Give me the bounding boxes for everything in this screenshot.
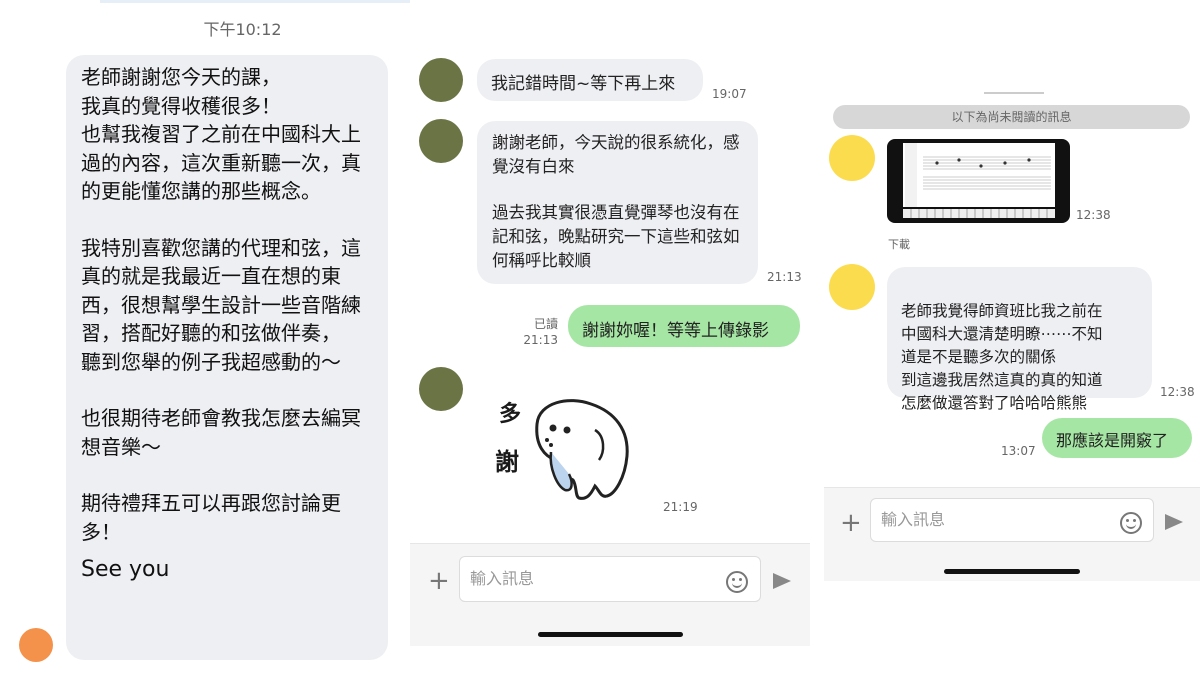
- message-time: 13:07: [1001, 444, 1036, 458]
- emoji-icon[interactable]: [1120, 512, 1142, 534]
- sheet-music-video-icon: [903, 143, 1055, 218]
- sender-avatar[interactable]: [419, 119, 463, 163]
- message-input[interactable]: 輸入訊息: [870, 498, 1154, 542]
- message-time: 21:13: [767, 270, 802, 284]
- message-paragraph: 期待禮拜五可以再跟您討論更多！: [81, 491, 341, 544]
- input-placeholder: 輸入訊息: [470, 569, 535, 588]
- message-time: 19:07: [712, 87, 747, 101]
- incoming-message-bubble[interactable]: 老師我覺得師資班比我之前在 中國科大還清楚明瞭⋯⋯不知 道是不是聽多次的關係 到…: [887, 267, 1152, 412]
- message-time: 21:19: [663, 500, 698, 514]
- message-text: 我記錯時間~等下再上來: [491, 74, 676, 94]
- input-placeholder: 輸入訊息: [881, 510, 946, 529]
- download-link[interactable]: 下載: [888, 236, 910, 252]
- chat-panel-2: 我記錯時間~等下再上來 19:07 謝謝老師，今天說的很系統化，感覺沒有白來 過…: [410, 0, 810, 646]
- read-time: 21:13: [523, 333, 558, 347]
- home-indicator: [538, 632, 683, 637]
- input-bar: + 輸入訊息: [824, 487, 1200, 581]
- thank-you-sticker[interactable]: 多 謝: [495, 390, 645, 510]
- send-icon[interactable]: [1165, 514, 1183, 530]
- message-time: 12:38: [1160, 385, 1195, 399]
- sender-avatar[interactable]: [829, 264, 875, 310]
- message-paragraph: 也很期待老師會教我怎麼去編冥想音樂～: [81, 406, 361, 459]
- chat-panel-1: 下午10:12 老師謝謝您今天的課， 我真的覺得收穫很多！ 也幫我複習了之前在中…: [0, 0, 485, 675]
- message-closing: See you: [81, 557, 170, 582]
- scroll-divider: [984, 92, 1044, 94]
- message-text: 謝謝老師，今天說的很系統化，感覺沒有白來: [492, 133, 740, 176]
- plus-icon[interactable]: +: [428, 568, 450, 594]
- message-text: 謝謝妳喔！等等上傳錄影: [582, 321, 769, 341]
- input-bar: + 輸入訊息: [410, 543, 810, 646]
- message-text: 過去我其實很憑直覺彈琴也沒有在記和弦，晚點研究一下這些和弦如何稱呼比較順: [492, 203, 740, 270]
- emoji-icon[interactable]: [726, 571, 748, 593]
- unread-divider: 以下為尚未閱讀的訊息: [833, 105, 1190, 129]
- send-icon[interactable]: [773, 573, 791, 589]
- chat-panel-3: 以下為尚未閱讀的訊息 12:38 下載 老師我覺得師資班比我之前在 中國科大還清…: [824, 0, 1200, 581]
- incoming-message-bubble[interactable]: 謝謝老師，今天說的很系統化，感覺沒有白來 過去我其實很憑直覺彈琴也沒有在記和弦，…: [477, 121, 758, 284]
- outgoing-message-bubble[interactable]: 謝謝妳喔！等等上傳錄影: [568, 305, 800, 347]
- incoming-message-bubble[interactable]: 我記錯時間~等下再上來: [477, 59, 703, 101]
- message-time: 12:38: [1076, 208, 1111, 222]
- sticker-text: 謝: [495, 448, 519, 476]
- read-receipt: 已讀 21:13: [518, 316, 558, 348]
- sticker-text: 多: [499, 402, 522, 427]
- message-paragraph: 我特別喜歡您講的代理和弦，這真的就是我最近一直在想的東西，很想幫學生設計一些音階…: [81, 235, 361, 374]
- message-input[interactable]: 輸入訊息: [459, 556, 761, 602]
- sender-avatar[interactable]: [419, 367, 463, 411]
- sender-avatar[interactable]: [19, 628, 53, 662]
- sender-avatar[interactable]: [829, 135, 875, 181]
- read-label: 已讀: [533, 317, 558, 331]
- home-indicator: [944, 569, 1080, 574]
- message-text: 老師我覺得師資班比我之前在 中國科大還清楚明瞭⋯⋯不知 道是不是聽多次的關係 到…: [901, 302, 1103, 412]
- plus-icon[interactable]: +: [840, 510, 862, 536]
- incoming-message-bubble[interactable]: 老師謝謝您今天的課， 我真的覺得收穫很多！ 也幫我複習了之前在中國科大上過的內容…: [66, 55, 388, 660]
- outgoing-message-bubble[interactable]: 那應該是開竅了: [1042, 418, 1192, 458]
- message-text: 那應該是開竅了: [1056, 431, 1169, 450]
- video-thumbnail[interactable]: [887, 139, 1070, 223]
- sender-avatar[interactable]: [419, 58, 463, 102]
- message-paragraph: 老師謝謝您今天的課， 我真的覺得收穫很多！ 也幫我複習了之前在中國科大上過的內容…: [81, 65, 361, 203]
